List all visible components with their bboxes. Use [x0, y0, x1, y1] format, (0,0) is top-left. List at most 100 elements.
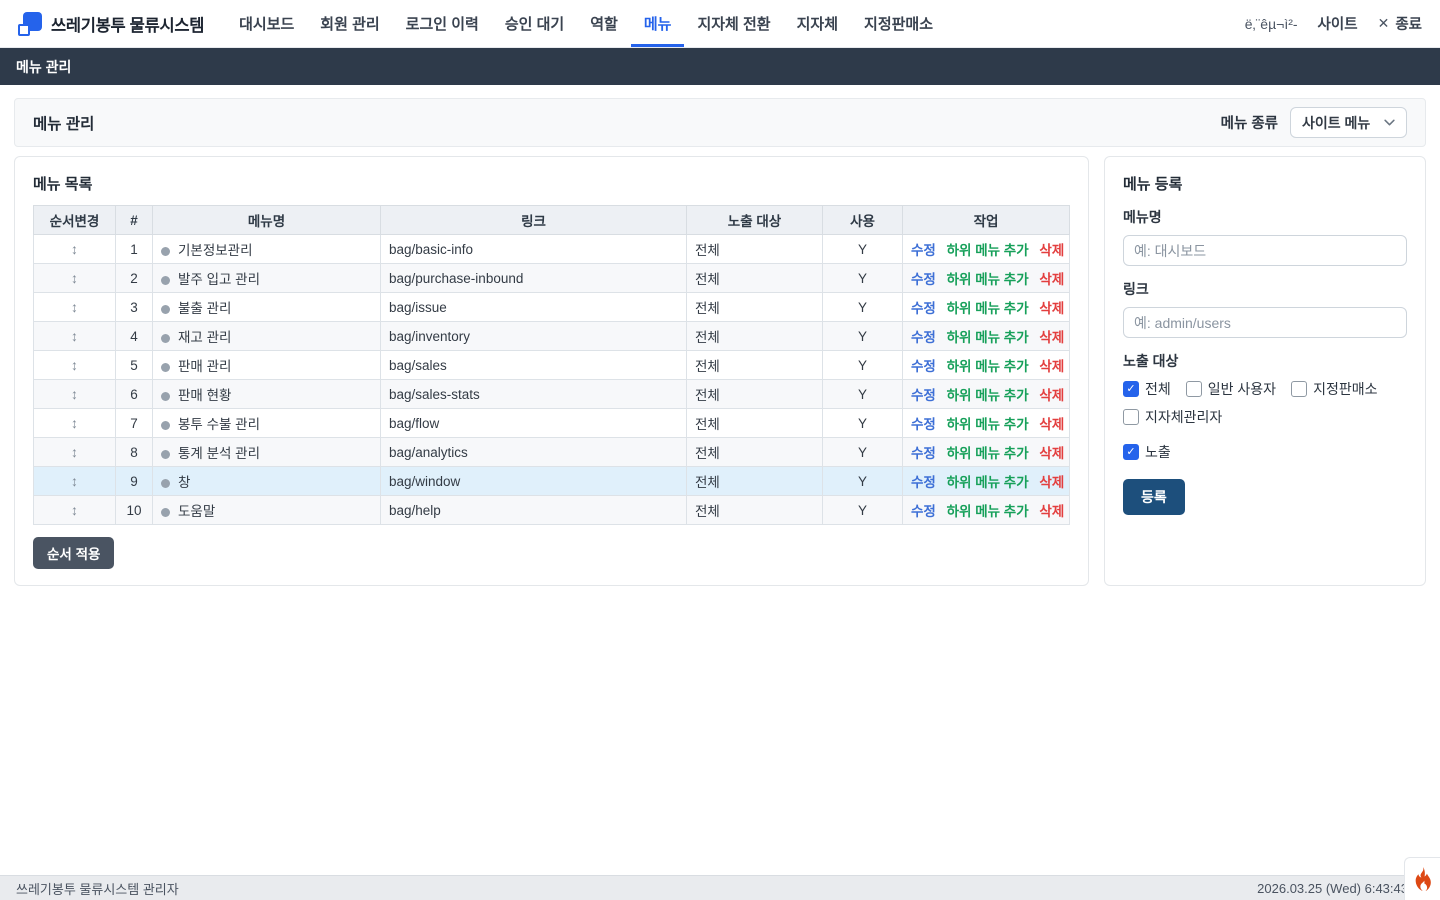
- drag-handle-icon[interactable]: ↕: [71, 415, 78, 431]
- table-row: ↕ 1 기본정보관리 bag/basic-info 전체 Y 수정 하위 메뉴 …: [34, 235, 1070, 264]
- edit-link[interactable]: 수정: [911, 272, 936, 287]
- visible-checkbox[interactable]: 노출: [1123, 442, 1171, 462]
- apply-order-button[interactable]: 순서 적용: [33, 537, 114, 569]
- table-row: ↕ 7 봉투 수불 관리 bag/flow 전체 Y 수정 하위 메뉴 추가 삭…: [34, 409, 1070, 438]
- menu-name: 불출 관리: [178, 301, 231, 316]
- site-link[interactable]: 사이트: [1318, 13, 1358, 34]
- nav-item-label: 로그인 이력: [406, 13, 479, 34]
- add-submenu-link[interactable]: 하위 메뉴 추가: [947, 330, 1029, 345]
- delete-link[interactable]: 삭제: [1039, 504, 1064, 519]
- menu-target: 전체: [687, 293, 823, 322]
- nav-item[interactable]: 지자체: [784, 0, 851, 47]
- register-button[interactable]: 등록: [1123, 479, 1185, 515]
- menu-name: 판매 관리: [178, 359, 231, 374]
- menu-name: 창: [178, 475, 190, 490]
- add-submenu-link[interactable]: 하위 메뉴 추가: [947, 446, 1029, 461]
- menu-name: 재고 관리: [178, 330, 231, 345]
- nav-item[interactable]: 로그인 이력: [393, 0, 492, 47]
- menu-type-select[interactable]: 사이트 메뉴: [1290, 107, 1407, 138]
- add-submenu-link[interactable]: 하위 메뉴 추가: [947, 243, 1029, 258]
- brand: 쓰레기봉투 물류시스템: [18, 0, 204, 47]
- add-submenu-link[interactable]: 하위 메뉴 추가: [947, 417, 1029, 432]
- nav-item-label: 역할: [590, 13, 618, 34]
- drag-handle-icon[interactable]: ↕: [71, 357, 78, 373]
- menu-target: 전체: [687, 380, 823, 409]
- checkbox-label: 지정판매소: [1313, 379, 1377, 399]
- row-number: 5: [116, 351, 153, 380]
- checkbox-icon[interactable]: [1123, 381, 1139, 397]
- edit-link[interactable]: 수정: [911, 243, 936, 258]
- add-submenu-link[interactable]: 하위 메뉴 추가: [947, 504, 1029, 519]
- table-row: ↕ 3 불출 관리 bag/issue 전체 Y 수정 하위 메뉴 추가 삭제: [34, 293, 1070, 322]
- visible-checkbox-group: 노출: [1123, 442, 1407, 462]
- edit-link[interactable]: 수정: [911, 330, 936, 345]
- checkbox-icon[interactable]: [1291, 381, 1307, 397]
- menu-link-input[interactable]: [1123, 307, 1407, 338]
- delete-link[interactable]: 삭제: [1039, 330, 1064, 345]
- edit-link[interactable]: 수정: [911, 388, 936, 403]
- user-name-label: ë‚¨êµ¬ì²-: [1245, 16, 1298, 32]
- nav-item[interactable]: 지정판매소: [851, 0, 946, 47]
- add-submenu-link[interactable]: 하위 메뉴 추가: [947, 359, 1029, 374]
- checkbox-icon[interactable]: [1123, 444, 1139, 460]
- drag-handle-icon[interactable]: ↕: [71, 241, 78, 257]
- delete-link[interactable]: 삭제: [1039, 417, 1064, 432]
- edit-link[interactable]: 수정: [911, 446, 936, 461]
- delete-link[interactable]: 삭제: [1039, 301, 1064, 316]
- drag-handle-icon[interactable]: ↕: [71, 502, 78, 518]
- add-submenu-link[interactable]: 하위 메뉴 추가: [947, 475, 1029, 490]
- edit-link[interactable]: 수정: [911, 301, 936, 316]
- bullet-dot-icon: [161, 479, 170, 488]
- nav-item-label: 메뉴: [644, 13, 672, 34]
- drag-handle-icon[interactable]: ↕: [71, 473, 78, 489]
- drag-handle-icon[interactable]: ↕: [71, 444, 78, 460]
- nav-item[interactable]: 메뉴: [631, 0, 685, 47]
- nav-item[interactable]: 대시보드: [226, 0, 307, 47]
- target-checkbox[interactable]: 지자체관리자: [1123, 407, 1222, 427]
- checkbox-icon[interactable]: [1123, 409, 1139, 425]
- delete-link[interactable]: 삭제: [1039, 446, 1064, 461]
- page-header: 메뉴 관리 메뉴 종류 사이트 메뉴: [14, 98, 1426, 147]
- drag-handle-icon[interactable]: ↕: [71, 386, 78, 402]
- target-checkbox[interactable]: 일반 사용자: [1186, 379, 1276, 399]
- add-submenu-link[interactable]: 하위 메뉴 추가: [947, 301, 1029, 316]
- delete-link[interactable]: 삭제: [1039, 475, 1064, 490]
- footer-datetime: 2026.03.25 (Wed) 6:43:43: [1257, 881, 1408, 896]
- menu-target: 전체: [687, 235, 823, 264]
- menu-target: 전체: [687, 438, 823, 467]
- menu-name-input[interactable]: [1123, 235, 1407, 266]
- delete-link[interactable]: 삭제: [1039, 243, 1064, 258]
- add-submenu-link[interactable]: 하위 메뉴 추가: [947, 388, 1029, 403]
- drag-handle-icon[interactable]: ↕: [71, 328, 78, 344]
- table-row: ↕ 9 창 bag/window 전체 Y 수정 하위 메뉴 추가 삭제: [34, 467, 1070, 496]
- checkbox-icon[interactable]: [1186, 381, 1202, 397]
- delete-link[interactable]: 삭제: [1039, 272, 1064, 287]
- target-checkbox[interactable]: 지정판매소: [1291, 379, 1377, 399]
- add-submenu-link[interactable]: 하위 메뉴 추가: [947, 272, 1029, 287]
- delete-link[interactable]: 삭제: [1039, 388, 1064, 403]
- debug-toolbar-button[interactable]: [1404, 857, 1440, 900]
- edit-link[interactable]: 수정: [911, 504, 936, 519]
- row-number: 10: [116, 496, 153, 525]
- top-navigation-bar: 쓰레기봉투 물류시스템 대시보드 회원 관리 로그인 이력 승인 대기 역할 메…: [0, 0, 1440, 48]
- checkbox-label: 일반 사용자: [1208, 379, 1276, 399]
- table-row: ↕ 6 판매 현황 bag/sales-stats 전체 Y 수정 하위 메뉴 …: [34, 380, 1070, 409]
- nav-item[interactable]: 승인 대기: [492, 0, 577, 47]
- logout-button[interactable]: ✕ 종료: [1378, 13, 1422, 34]
- nav-item[interactable]: 회원 관리: [307, 0, 392, 47]
- col-link: 링크: [381, 206, 687, 235]
- menu-name: 기본정보관리: [178, 243, 253, 258]
- nav-item[interactable]: 지자체 전환: [684, 0, 783, 47]
- drag-handle-icon[interactable]: ↕: [71, 299, 78, 315]
- target-checkbox[interactable]: 전체: [1123, 379, 1171, 399]
- app-logo-icon: [18, 12, 42, 36]
- menu-list-title: 메뉴 목록: [33, 173, 1070, 194]
- nav-item-label: 승인 대기: [505, 13, 564, 34]
- edit-link[interactable]: 수정: [911, 475, 936, 490]
- delete-link[interactable]: 삭제: [1039, 359, 1064, 374]
- nav-item[interactable]: 역할: [577, 0, 631, 47]
- menu-use: Y: [823, 438, 903, 467]
- drag-handle-icon[interactable]: ↕: [71, 270, 78, 286]
- edit-link[interactable]: 수정: [911, 417, 936, 432]
- edit-link[interactable]: 수정: [911, 359, 936, 374]
